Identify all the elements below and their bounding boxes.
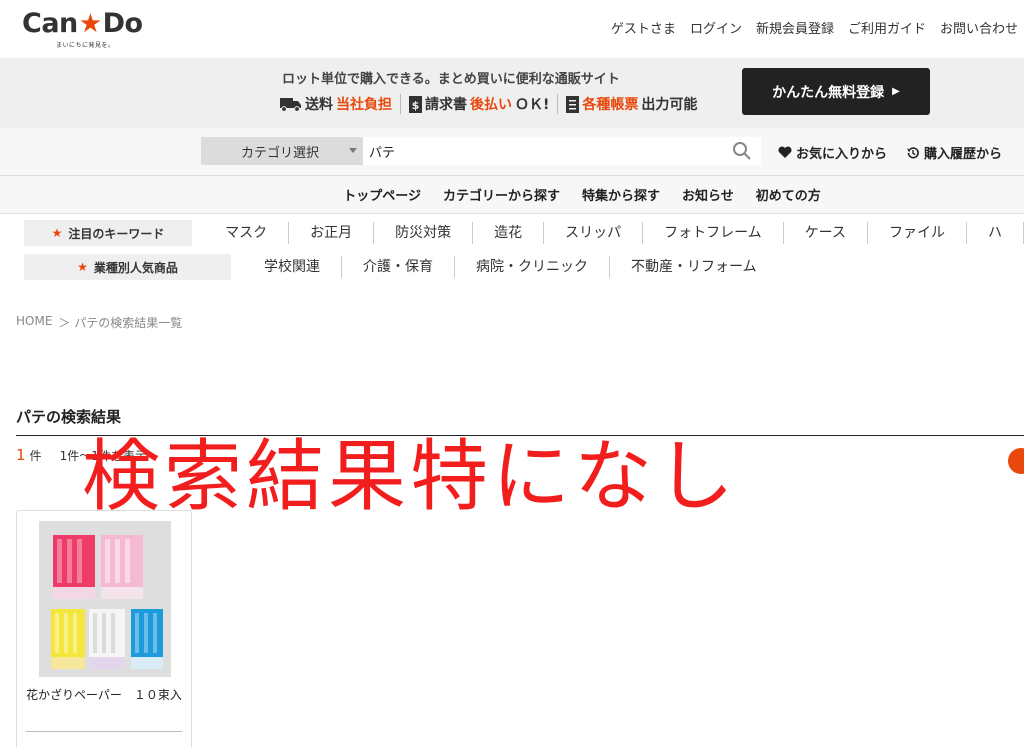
breadcrumb-home[interactable]: HOME	[16, 314, 52, 331]
purchase-history-label: 購入履歴から	[924, 147, 1003, 162]
promo-title: ロット単位で購入できる。まとめ買いに便利な通販サイト	[282, 72, 620, 87]
category-select-label: カテゴリ選択	[241, 145, 320, 161]
logo-text-do: Do	[102, 8, 143, 39]
keyword-link[interactable]: ハ	[967, 222, 1024, 244]
breadcrumb-current: ＞ パテの検索結果一覧	[58, 316, 183, 330]
featured-keywords-label: ★ 注目のキーワード	[24, 220, 193, 246]
nav-categories[interactable]: カテゴリーから探す	[443, 185, 560, 204]
blue-pack	[131, 609, 163, 669]
heart-icon	[778, 146, 792, 158]
keyword-link[interactable]: お正月	[289, 222, 375, 244]
favorites-label: お気に入りから	[796, 147, 888, 162]
promo-features: 送料 当社負担 $ 請求書 後払い ＯＫ! 各種帳票 出力可能	[280, 94, 705, 114]
results-count-number: 1	[16, 446, 26, 464]
product-image[interactable]	[39, 521, 171, 677]
product-divider	[26, 731, 182, 732]
promo-invoice-label: 請求書	[425, 97, 467, 113]
star-icon: ★	[78, 8, 102, 39]
free-register-button[interactable]: かんたん無料登録 ▶	[742, 68, 930, 115]
site-header: Can ★ Do まいにちに発見を。 ゲストさま ログイン 新規会員登録 ご利用…	[0, 0, 1024, 58]
header-guide-link[interactable]: ご利用ガイド	[848, 18, 926, 37]
results-count-unit: 件	[29, 449, 42, 463]
paper-flower-packs-image	[39, 521, 171, 677]
keyword-link[interactable]: 防災対策	[374, 222, 474, 244]
breadcrumb: HOME ＞ パテの検索結果一覧	[16, 314, 182, 331]
promo-banner: ロット単位で購入できる。まとめ買いに便利な通販サイト 送料 当社負担 $ 請求書後…	[0, 58, 1024, 128]
header-guest: ゲストさま	[610, 22, 676, 37]
industry-products-label: ★ 業種別人気商品	[24, 254, 231, 280]
star-icon: ★	[51, 226, 63, 240]
promo-invoice: $ 請求書 後払い ＯＫ!	[409, 94, 557, 114]
logo-wordmark: Can ★ Do	[22, 8, 162, 39]
industry-link[interactable]: 病院・クリニック	[455, 256, 610, 278]
cando-logo[interactable]: Can ★ Do まいにちに発見を。	[22, 8, 162, 52]
featured-keywords-list: マスク お正月 防災対策 造花 スリッパ フォトフレーム ケース ファイル ハ	[204, 222, 1024, 244]
favorites-link[interactable]: お気に入りから	[778, 143, 887, 162]
pink-pack	[53, 535, 95, 599]
industry-link[interactable]: 介護・保育	[342, 256, 455, 278]
header-login-link[interactable]: ログイン	[690, 18, 742, 37]
promo-documents-label: 出力可能	[641, 97, 698, 113]
industry-products-row: ★ 業種別人気商品 学校関連 介護・保育 病院・クリニック 不動産・リフォーム	[0, 250, 1024, 284]
nav-first-time[interactable]: 初めての方	[756, 185, 821, 204]
promo-invoice-ok: ＯＫ!	[515, 97, 550, 113]
logo-tagline: まいにちに発見を。	[56, 42, 115, 49]
promo-shipping: 送料 当社負担	[280, 94, 400, 114]
nav-top-page[interactable]: トップページ	[343, 185, 421, 204]
logo-text-can: Can	[22, 8, 78, 39]
industry-link[interactable]: 不動産・リフォーム	[610, 256, 778, 278]
header-contact-link[interactable]: お問い合わせ	[940, 18, 1018, 37]
product-card[interactable]: 花かざりペーパー １０束入	[16, 510, 192, 747]
promo-divider	[557, 94, 559, 114]
promo-invoice-highlight: 後払い	[470, 97, 512, 113]
light-pink-pack	[101, 535, 143, 599]
scroll-top-button[interactable]	[1008, 448, 1024, 474]
header-register-link[interactable]: 新規会員登録	[756, 18, 834, 37]
overlay-annotation: 検索結果特になし	[82, 432, 739, 522]
truck-icon	[280, 98, 301, 112]
keyword-link[interactable]: フォトフレーム	[643, 222, 784, 244]
dropdown-arrow-icon	[349, 148, 357, 153]
main-nav: トップページ カテゴリーから探す 特集から探す お知らせ 初めての方	[0, 176, 1024, 214]
search-bar: カテゴリ選択 お気に入りから 購入履歴から	[0, 128, 1024, 176]
industry-products-list: 学校関連 介護・保育 病院・クリニック 不動産・リフォーム	[243, 256, 778, 278]
nav-features[interactable]: 特集から探す	[582, 185, 660, 204]
yellow-pack	[51, 609, 85, 669]
white-pack	[89, 609, 125, 669]
document-icon	[566, 95, 580, 113]
promo-documents-highlight: 各種帳票	[582, 97, 639, 113]
promo-documents: 各種帳票 出力可能	[566, 94, 705, 114]
chevron-right-icon: ▶	[892, 86, 900, 97]
keyword-link[interactable]: ファイル	[868, 222, 967, 244]
search-icon[interactable]	[732, 141, 752, 161]
promo-divider	[400, 94, 401, 114]
history-icon	[907, 146, 919, 158]
keyword-link[interactable]: マスク	[204, 222, 290, 244]
keyword-link[interactable]: スリッパ	[544, 222, 644, 244]
header-nav: ゲストさま ログイン 新規会員登録 ご利用ガイド お問い合わせ	[611, 18, 1018, 37]
featured-keywords-title: 注目のキーワード	[68, 226, 165, 241]
free-register-label: かんたん無料登録	[772, 84, 885, 101]
star-icon: ★	[77, 260, 88, 274]
promo-shipping-label: 送料	[305, 97, 333, 113]
nav-news[interactable]: お知らせ	[682, 185, 734, 204]
purchase-history-link[interactable]: 購入履歴から	[906, 143, 1002, 162]
industry-products-title: 業種別人気商品	[93, 260, 178, 275]
invoice-icon: $	[409, 95, 422, 113]
category-select[interactable]: カテゴリ選択	[201, 137, 363, 165]
keyword-link[interactable]: 造花	[473, 222, 545, 244]
promo-shipping-highlight: 当社負担	[336, 97, 392, 113]
featured-keywords-row: ★ 注目のキーワード マスク お正月 防災対策 造花 スリッパ フォトフレーム …	[0, 216, 1024, 250]
search-input[interactable]	[363, 137, 761, 165]
svg-text:$: $	[412, 99, 420, 112]
industry-link[interactable]: 学校関連	[243, 256, 342, 278]
keyword-link[interactable]: ケース	[784, 222, 868, 244]
product-name[interactable]: 花かざりペーパー １０束入	[26, 686, 186, 704]
